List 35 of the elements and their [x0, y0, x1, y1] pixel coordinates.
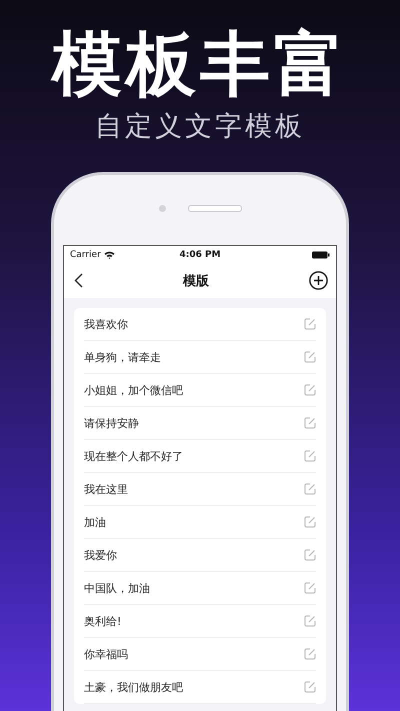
edit-icon[interactable] [304, 582, 316, 594]
back-icon[interactable] [74, 273, 83, 288]
template-text[interactable]: 我在这里 [84, 482, 128, 496]
edit-icon[interactable] [304, 417, 316, 429]
template-text[interactable]: 小姐姐，加个微信吧 [84, 382, 183, 398]
edit-icon[interactable] [304, 648, 316, 660]
edit-icon[interactable] [304, 615, 316, 627]
subtitle: 自定义文字模板 [95, 110, 305, 144]
camera-icon [158, 204, 166, 212]
template-text[interactable]: 我爱你 [84, 548, 117, 562]
edit-icon[interactable] [304, 681, 316, 693]
template-text[interactable]: 现在整个人都不好了 [84, 448, 183, 464]
template-text[interactable]: 我喜欢你 [84, 316, 128, 332]
template-text[interactable]: 加油 [84, 514, 106, 530]
carrier-name: Carrier [70, 250, 101, 260]
headline: 模板丰富 [52, 26, 348, 102]
edit-icon[interactable] [304, 351, 316, 363]
battery-icon [312, 250, 330, 258]
edit-icon[interactable] [304, 450, 316, 462]
edit-icon[interactable] [304, 384, 316, 396]
nav-title: 模版 [183, 272, 209, 290]
template-text[interactable]: 奥利给! [84, 614, 122, 628]
template-text[interactable]: 请保持安静 [84, 416, 139, 430]
template-text[interactable]: 你幸福吗 [84, 646, 128, 662]
speaker-icon [188, 204, 242, 212]
template-text[interactable]: 土豪，我们做朋友吧 [84, 680, 183, 694]
add-icon[interactable] [309, 271, 328, 290]
edit-icon[interactable] [304, 318, 316, 330]
wifi-icon [104, 250, 115, 258]
edit-icon[interactable] [304, 516, 316, 528]
template-text[interactable]: 单身狗，请牵走 [84, 350, 161, 364]
status-time: 4:06 PM [179, 250, 221, 260]
edit-icon[interactable] [304, 483, 316, 495]
template-text[interactable]: 中国队，加油 [84, 580, 150, 596]
edit-icon[interactable] [304, 549, 316, 561]
